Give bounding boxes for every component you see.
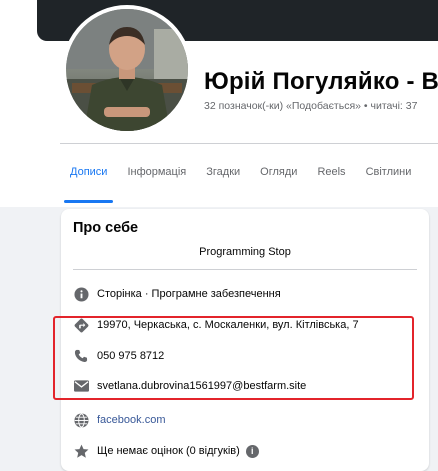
rating-text: Ще немає оцінок (0 відгуків) bbox=[97, 445, 240, 457]
address-row[interactable]: 19970, Черкаська, с. Москаленки, вул. Кі… bbox=[73, 314, 359, 336]
tab-reels[interactable]: Reels bbox=[307, 147, 355, 197]
globe-icon bbox=[73, 412, 89, 428]
about-bio: Programming Stop bbox=[199, 246, 291, 258]
tab-photos[interactable]: Світлини bbox=[356, 147, 422, 197]
about-card: Про себе Programming Stop Сторінка · Про… bbox=[61, 209, 429, 471]
rating-info-icon[interactable]: i bbox=[245, 444, 259, 458]
info-icon bbox=[73, 286, 89, 302]
email-row[interactable]: svetlana.dubrovina1561997@bestfarm.site bbox=[73, 375, 306, 397]
directions-icon bbox=[73, 317, 89, 333]
tab-mentions[interactable]: Згадки bbox=[196, 147, 250, 197]
tab-reviews[interactable]: Огляди bbox=[250, 147, 307, 197]
website-row[interactable]: facebook.com bbox=[73, 409, 165, 431]
envelope-icon bbox=[73, 378, 89, 394]
email-text: svetlana.dubrovina1561997@bestfarm.site bbox=[97, 380, 307, 392]
category-row: Сторінка · Програмне забезпечення bbox=[73, 283, 281, 305]
phone-text: 050 975 8712 bbox=[97, 350, 165, 362]
tab-about[interactable]: Інформація bbox=[117, 147, 196, 197]
profile-header: Юрій Погуляйко - В 32 позначок(-ки) «Под… bbox=[0, 0, 438, 207]
phone-icon bbox=[73, 348, 89, 364]
about-divider bbox=[73, 269, 417, 270]
phone-row[interactable]: 050 975 8712 bbox=[73, 345, 164, 367]
website-link[interactable]: facebook.com bbox=[97, 414, 165, 426]
profile-stats[interactable]: 32 позначок(-ки) «Подобається» • читачі:… bbox=[204, 100, 417, 112]
category-text: Сторінка · Програмне забезпечення bbox=[97, 288, 281, 300]
star-icon bbox=[73, 443, 89, 459]
address-text: 19970, Черкаська, с. Москаленки, вул. Кі… bbox=[97, 319, 359, 331]
rating-row: Ще немає оцінок (0 відгуків) i bbox=[73, 440, 259, 462]
profile-name: Юрій Погуляйко - В bbox=[204, 68, 438, 95]
avatar[interactable] bbox=[66, 9, 188, 131]
tab-posts[interactable]: Дописи bbox=[60, 147, 117, 203]
about-title: Про себе bbox=[73, 220, 139, 236]
header-divider bbox=[60, 143, 438, 144]
profile-tabs: Дописи Інформація Згадки Огляди Reels Св… bbox=[60, 147, 421, 205]
